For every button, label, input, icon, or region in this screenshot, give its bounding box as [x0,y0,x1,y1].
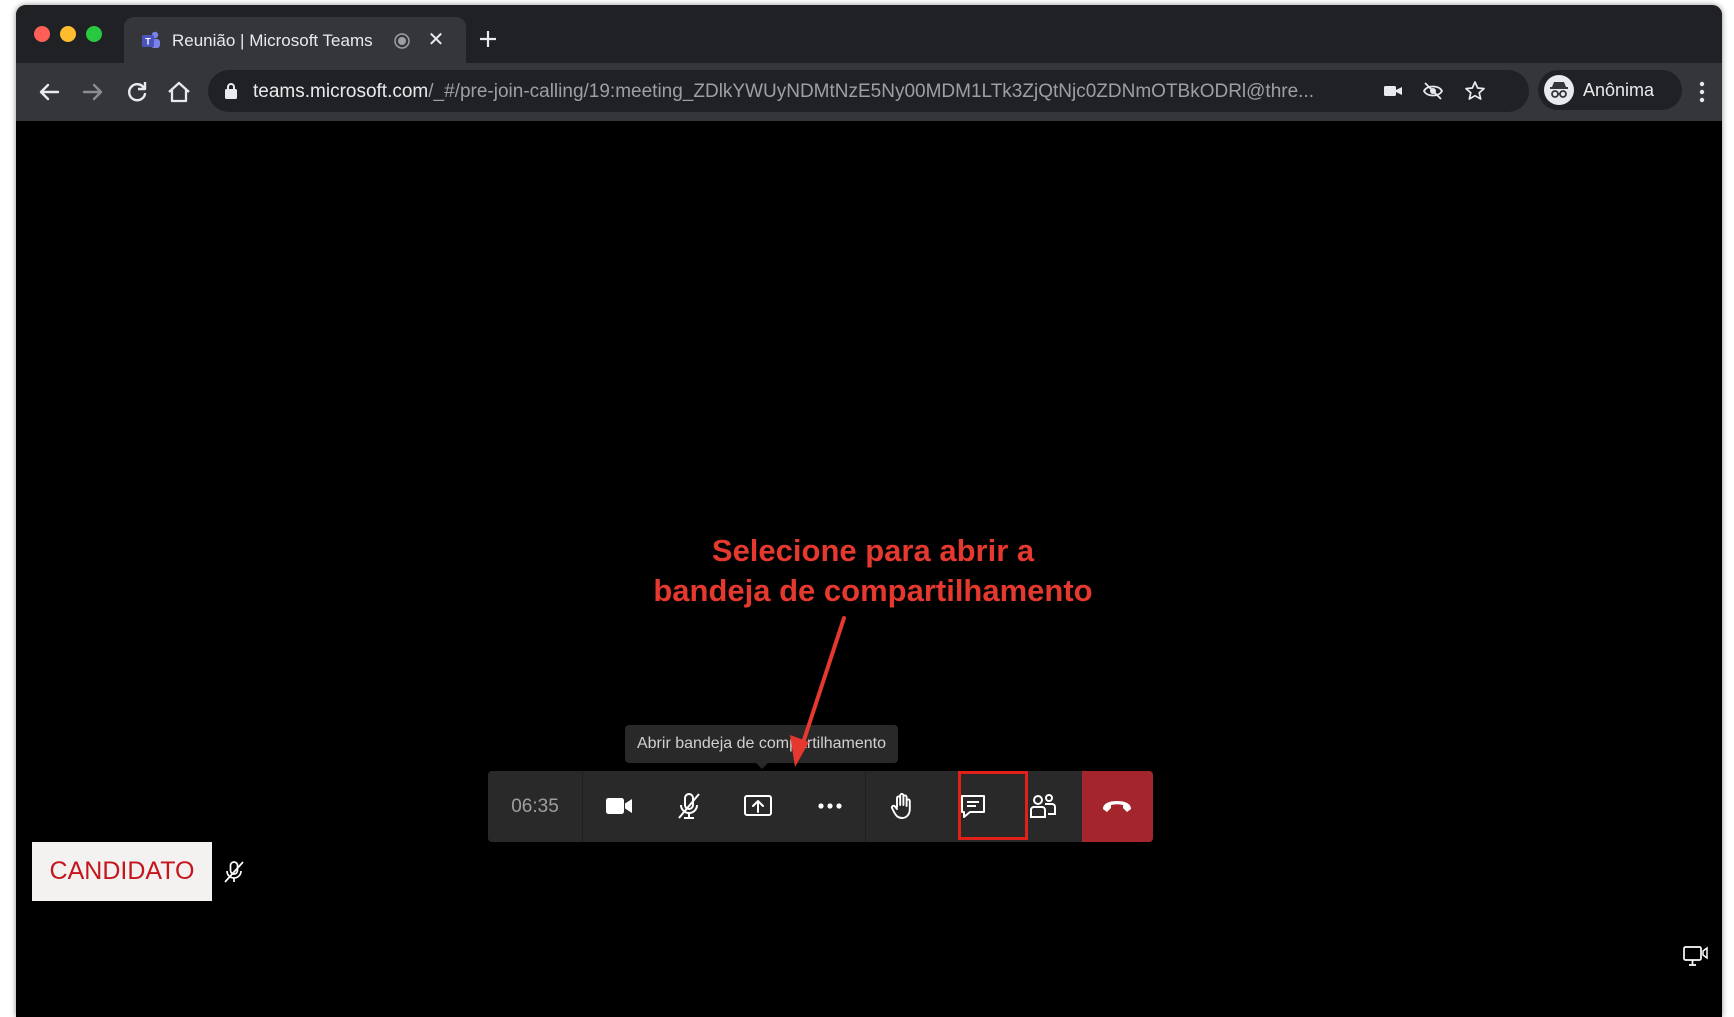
browser-menu-icon[interactable] [1692,77,1712,107]
share-tray-tooltip: Abrir bandeja de compartilhamento [625,725,898,763]
incognito-profile-button[interactable]: Anônima [1538,70,1682,110]
share-tray-button[interactable] [723,771,1028,842]
annotation-callout: Selecione para abrir a bandeja de compar… [616,531,1130,611]
home-icon[interactable] [164,77,194,107]
back-arrow-icon[interactable] [34,77,64,107]
raise-hand-button[interactable] [867,771,937,842]
forward-arrow-icon[interactable] [78,77,108,107]
close-tab-icon[interactable]: ✕ [424,28,448,52]
participants-button[interactable] [1008,771,1078,842]
camera-toggle-button[interactable] [584,771,654,842]
mic-toggle-button[interactable] [654,771,724,842]
browser-tab[interactable]: T Reunião | Microsoft Teams ✕ [124,17,466,63]
camera-in-use-icon[interactable] [1382,80,1404,102]
hang-up-button[interactable] [1082,771,1153,842]
browser-toolbar: teams.microsoft.com/_#/pre-join-calling/… [16,63,1722,121]
maximize-window-button[interactable] [86,26,102,42]
incognito-avatar [1544,75,1574,105]
mic-off-icon [678,793,700,819]
tab-title: Reunião | Microsoft Teams [172,31,373,50]
new-tab-icon[interactable] [474,25,502,53]
raise-hand-icon [891,793,911,819]
profile-name: Anônima [1583,80,1655,100]
meeting-stage: Selecione para abrir a bandeja de compar… [16,121,1722,1017]
tooltip-beak [754,761,770,769]
video-camera-icon [606,798,632,814]
address-bar[interactable]: teams.microsoft.com/_#/pre-join-calling/… [208,70,1529,112]
more-options-button[interactable] [795,771,865,842]
hang-up-icon [1103,801,1131,812]
recording-indicator-icon [394,33,410,49]
participants-icon [1030,794,1056,818]
svg-text:T: T [145,37,151,47]
chat-icon [961,795,985,818]
close-window-button[interactable] [34,26,50,42]
url-host: teams.microsoft.com [253,81,429,102]
call-timer: 06:35 [488,771,583,842]
annotation-line-2: bandeja de compartilhamento [653,573,1093,608]
reload-icon[interactable] [122,77,152,107]
url-text[interactable]: teams.microsoft.com/_#/pre-join-calling/… [253,81,1314,103]
tracking-blocked-eye-icon[interactable] [1422,80,1444,102]
participant-name: CANDIDATO [49,857,195,885]
device-settings-icon[interactable] [1681,942,1709,970]
teams-favicon-icon: T [142,31,160,48]
minimize-window-button[interactable] [60,26,76,42]
lock-icon[interactable] [224,82,238,100]
callbar-divider [865,771,866,842]
participant-name-tag: CANDIDATO [32,842,212,901]
participant-mic-off-icon [224,861,244,883]
bookmark-star-icon[interactable] [1464,80,1486,102]
call-controls-bar: 06:35 [488,771,1153,842]
incognito-icon [1550,82,1568,98]
chat-button[interactable] [938,771,1008,842]
more-options-icon [818,803,842,809]
share-tray-icon [744,795,772,816]
title-bar: T Reunião | Microsoft Teams ✕ [16,5,1722,63]
url-path: /_#/pre-join-calling/19:meeting_ZDlkYWUy… [428,81,1315,102]
annotation-line-1: Selecione para abrir a [711,533,1035,568]
browser-window: T Reunião | Microsoft Teams ✕ teams.micr… [16,5,1722,1017]
